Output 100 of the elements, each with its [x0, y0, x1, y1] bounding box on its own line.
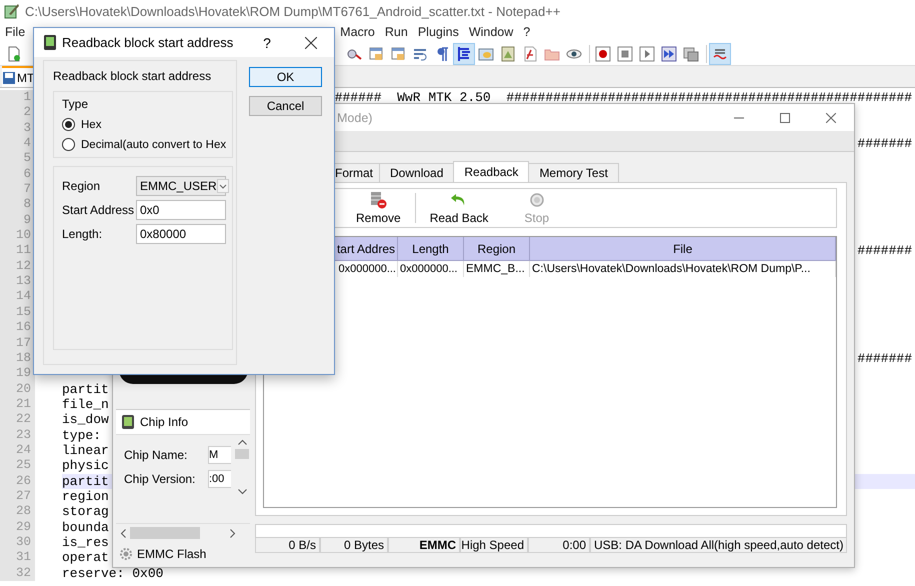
record-icon [595, 46, 611, 62]
chip-icon [121, 414, 135, 430]
group-label: Readback block start address [53, 69, 212, 83]
line-number: 7 [0, 182, 35, 198]
line-number: 27 [0, 488, 35, 504]
window-title: Mode) [337, 110, 374, 124]
region-dropdown[interactable]: EMMC_USER [136, 176, 226, 196]
code-line: file_n [62, 396, 109, 412]
table-cell: EMMC_B... [464, 261, 530, 277]
code-line: is_dow [62, 412, 109, 428]
field-label: Start Address [62, 203, 136, 217]
status-cell: 0 Bytes [320, 538, 388, 553]
code-line: type: [62, 428, 102, 443]
table-cell: 0x000000... [398, 261, 464, 277]
line-number: 14 [0, 289, 35, 305]
line-number: 13 [0, 274, 35, 290]
status-cell: 0:00 [528, 538, 590, 553]
group-label: Type [62, 97, 90, 111]
stop-button[interactable] [615, 44, 635, 64]
app-icon [44, 35, 56, 50]
line-number: 31 [0, 550, 35, 566]
radio-option[interactable]: Decimal(auto convert to Hex [62, 138, 232, 151]
column-header[interactable]: File [530, 237, 836, 261]
column-header[interactable]: tart Addres [334, 237, 398, 261]
record-button[interactable] [593, 44, 613, 64]
window-icon [368, 46, 384, 62]
radio-option[interactable]: Hex [62, 118, 232, 131]
menu-item[interactable]: Window [464, 25, 518, 39]
status-cell: EMMC [388, 538, 460, 553]
code-line: ####### [857, 243, 913, 259]
code-line: ####### [857, 136, 913, 152]
line-number: 2 [0, 105, 35, 121]
play-button[interactable] [637, 44, 657, 64]
document-icon [522, 46, 538, 62]
dialog-button[interactable]: Cancel [249, 96, 322, 116]
column-header[interactable]: Region [464, 237, 530, 261]
scrollbar-thumb[interactable] [235, 449, 249, 459]
fast-forward-button[interactable] [659, 44, 679, 64]
menu-item[interactable]: Macro [335, 25, 380, 39]
spellcheck-button[interactable] [710, 44, 730, 64]
toolbar-button[interactable]: Read Back [422, 191, 496, 225]
field-label: Chip Name: [124, 448, 188, 462]
status-cell: High Speed [460, 538, 528, 553]
line-number: 32 [0, 566, 35, 581]
code-line: partit [62, 382, 109, 397]
notepad-icon [4, 3, 20, 19]
line-number: 22 [0, 412, 35, 428]
field-label: Chip Version: [124, 472, 196, 486]
tab[interactable]: Memory Test [528, 163, 619, 182]
column-header[interactable]: Length [398, 237, 464, 261]
menu-item[interactable]: File [0, 25, 30, 39]
menu-item[interactable]: ? [518, 25, 536, 39]
close-icon [826, 112, 836, 122]
line-number: 16 [0, 320, 35, 336]
save-icon [2, 70, 16, 84]
radio-button[interactable] [62, 118, 75, 131]
code-line: ###### WwR MTK 2.50 #################################################### [334, 90, 913, 106]
close-icon [305, 36, 317, 48]
tab[interactable]: Readback [453, 161, 530, 182]
code-line: region [62, 488, 109, 504]
line-number: 24 [0, 442, 35, 458]
line-number: 30 [0, 534, 35, 550]
stop-circle-icon [528, 191, 546, 209]
line-number: 19 [0, 366, 35, 382]
indent-guide-button[interactable] [454, 44, 474, 64]
file-tab[interactable]: MT [2, 66, 34, 87]
dialog-button[interactable]: OK [249, 67, 322, 87]
toolbar-button[interactable]: Remove [348, 191, 409, 225]
radio-button[interactable] [62, 138, 75, 151]
help-button[interactable]: ? [252, 28, 282, 57]
window-title: C:\Users\Hovatek\Downloads\Hovatek\ROM Dump\MT6761_Android_scatter.txt - Notepad++ [25, 4, 560, 18]
menu-item[interactable]: Plugins [412, 25, 464, 39]
code-line: partit [62, 474, 109, 489]
indent-guide-icon [456, 46, 472, 62]
line-number: 29 [0, 520, 35, 535]
status-cell: USB: DA Download All(high speed,auto detect) [590, 538, 848, 553]
scroll-down-icon [238, 489, 246, 495]
database-remove-icon [369, 191, 388, 209]
code-line: linear [62, 442, 109, 458]
scroll-right-icon [230, 528, 236, 538]
line-number: 11 [0, 243, 35, 259]
panel-title: Chip Info [140, 415, 188, 429]
line-number: 5 [0, 151, 35, 167]
dialog-title: Readback block start address [62, 35, 234, 50]
scroll-up-icon [238, 439, 246, 445]
menu-item[interactable]: Run [380, 25, 413, 39]
code-line: operat [62, 550, 109, 566]
line-number: 25 [0, 458, 35, 474]
code-line: ####### [857, 350, 913, 366]
code-line: reserve: 0x00 [62, 566, 164, 581]
start-address-field[interactable]: 0x0 [136, 200, 226, 220]
status-cell: 0 B/s [255, 538, 320, 553]
image-icon [500, 46, 516, 62]
scrollbar-thumb[interactable] [130, 527, 200, 539]
line-number: 28 [0, 504, 35, 520]
code-line: bounda [62, 520, 109, 535]
value-field: :00 [208, 470, 231, 488]
new-file-icon [6, 46, 22, 62]
value-field: M [208, 446, 231, 464]
length-field[interactable]: 0x80000 [136, 224, 226, 244]
